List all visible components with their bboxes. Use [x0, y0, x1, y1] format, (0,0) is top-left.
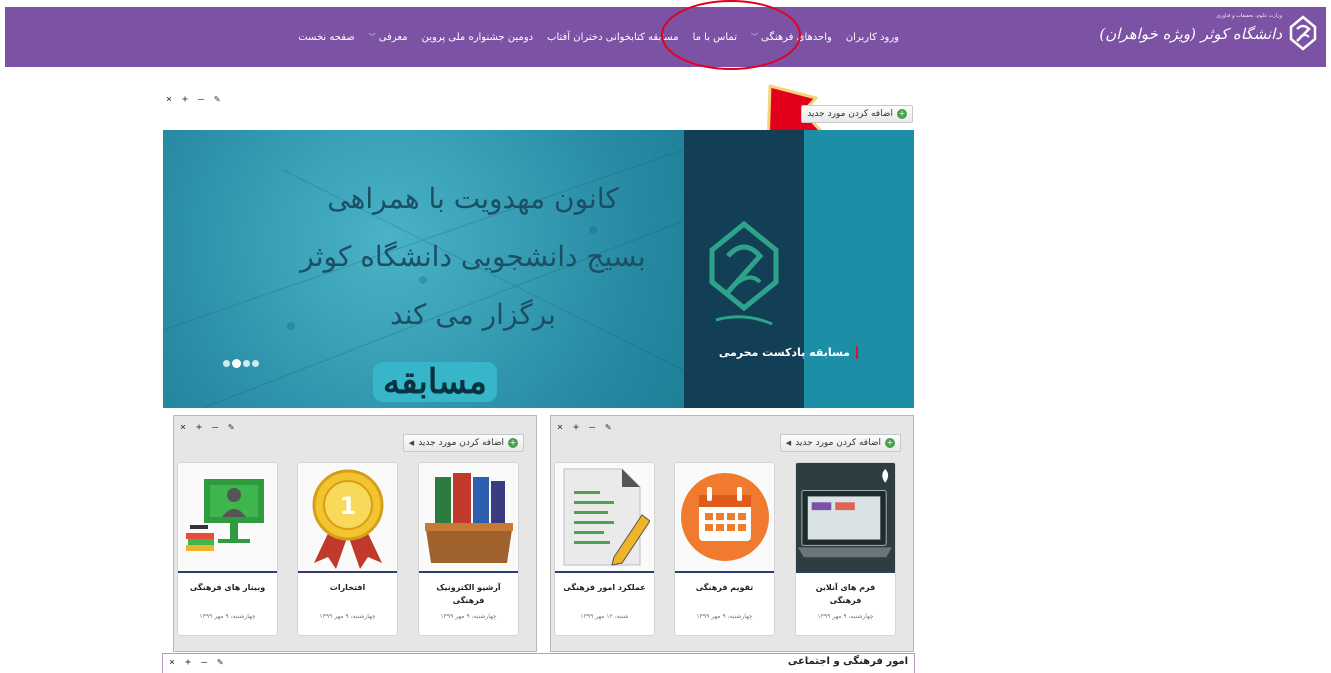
slide-dot[interactable] [243, 360, 250, 367]
calendar-icon [680, 473, 769, 561]
add-new-item-button[interactable]: + اضافه کردن مورد جدید [801, 105, 913, 123]
card-date: چهارشنبه، ۹ مهر ۱۳۹۹ [319, 613, 376, 620]
webinar-icon [185, 479, 264, 551]
card-title: آرشیو الکترونیک فرهنگی [436, 583, 501, 605]
slide-caption: مسابقه پادکست محرمی [719, 346, 858, 359]
caret-left-icon: ◀ [785, 439, 792, 447]
nav-item-label: واحدهای فرهنگی [761, 31, 832, 43]
medal-icon: 1 [312, 469, 383, 569]
plus-icon: + [897, 109, 907, 119]
banner-dark-panel [684, 130, 804, 408]
cultural-links-panel-right: × + – ✎ + اضافه کردن مورد جدید ◀ عملکرد … [550, 415, 914, 652]
slide-dot-active[interactable] [232, 359, 241, 368]
banner-headline: بسیج دانشجویی دانشگاه کوثر [300, 240, 646, 273]
university-emblem-icon [709, 220, 779, 326]
banner-cta-text: مسابقه [373, 362, 497, 402]
nav-item-label: ورود کاربران [845, 31, 899, 43]
card-date: شنبه، ۱۲ مهر ۱۳۹۹ [580, 613, 629, 620]
plus-icon: + [885, 438, 895, 448]
card-title: فرم های آنلاین فرهنگی [815, 583, 876, 605]
laptop-forms-icon [796, 463, 895, 571]
widget-tools[interactable]: × + – ✎ [169, 657, 225, 668]
nav-item-contact[interactable]: تماس با ما [686, 32, 744, 43]
card-electronic-archive[interactable]: آرشیو الکترونیک فرهنگی چهارشنبه، ۹ مهر ۱… [418, 462, 519, 636]
slide-dot[interactable] [252, 360, 259, 367]
nav-item-home[interactable]: صفحه نخست [291, 32, 362, 43]
card-cultural-webinars[interactable]: وبینار های فرهنگی چهارشنبه، ۹ مهر ۱۳۹۹ [177, 462, 278, 636]
caret-left-icon: ◀ [408, 439, 415, 447]
nav-item-label: معرفی [378, 31, 408, 43]
cultural-links-panel-left: × + – ✎ + اضافه کردن مورد جدید ◀ وبینار … [173, 415, 537, 652]
add-new-label: اضافه کردن مورد جدید [807, 109, 893, 119]
card-date: چهارشنبه، ۹ مهر ۱۳۹۹ [199, 613, 256, 620]
card-title: عملکرد امور فرهنگی [563, 583, 646, 592]
nav-item-cultural-units[interactable]: واحدهای فرهنگی ﹀ [744, 32, 839, 43]
document-pencil-icon [563, 468, 650, 566]
widget-tools[interactable]: × + – ✎ [166, 94, 222, 105]
nav-item-label: دومین جشنواره ملی پروین [421, 31, 534, 43]
card-title: وبینار های فرهنگی [189, 583, 266, 592]
add-new-label: اضافه کردن مورد جدید [795, 438, 881, 448]
nav-item-parvin-festival[interactable]: دومین جشنواره ملی پروین [415, 32, 540, 43]
card-title: تقویم فرهنگی [695, 583, 754, 592]
nav-item-login[interactable]: ورود کاربران [839, 32, 906, 43]
university-logo[interactable]: وزارت علوم، تحقیقات و فناوری دانشگاه کوث… [1099, 11, 1318, 63]
banner-headline: کانون مهدویت با همراهی [327, 182, 619, 215]
chevron-down-icon: ﹀ [368, 33, 376, 41]
card-cultural-calendar[interactable]: تقویم فرهنگی چهارشنبه، ۹ مهر ۱۳۹۹ [674, 462, 775, 636]
card-image [178, 463, 277, 573]
top-navbar: وزارت علوم، تحقیقات و فناوری دانشگاه کوث… [5, 7, 1326, 67]
banner-right-strip [804, 130, 914, 408]
nav-item-label: صفحه نخست [298, 31, 355, 43]
card-date: چهارشنبه، ۹ مهر ۱۳۹۹ [817, 613, 874, 620]
card-date: چهارشنبه، ۹ مهر ۱۳۹۹ [440, 613, 497, 620]
cultural-social-section: × + – ✎ امور فرهنگی و اجتماعی [162, 653, 915, 673]
chevron-down-icon: ﹀ [751, 33, 758, 41]
card-date: چهارشنبه، ۹ مهر ۱۳۹۹ [696, 613, 753, 620]
card-image [796, 463, 895, 573]
card-title: افتخارات [329, 583, 366, 592]
section-title: امور فرهنگی و اجتماعی [787, 656, 908, 667]
banner-headline: برگزار می کند [390, 298, 556, 331]
books-archive-icon [424, 473, 513, 563]
nav-item-reading-contest[interactable]: مسابقه کتابخوانی دختران آفتاب [540, 32, 686, 43]
card-image [555, 463, 654, 573]
add-new-label: اضافه کردن مورد جدید [418, 438, 504, 448]
university-emblem-icon [1289, 15, 1317, 51]
nav-item-about[interactable]: معرفی ﹀ [362, 32, 415, 43]
card-image [419, 463, 518, 573]
add-new-item-button[interactable]: + اضافه کردن مورد جدید ◀ [402, 434, 524, 452]
widget-tools[interactable]: × + – ✎ [557, 422, 613, 433]
banner-cta-label: مسابقه [373, 362, 497, 402]
nav-item-label: مسابقه کتابخوانی دختران آفتاب [547, 31, 679, 43]
ministry-label: وزارت علوم، تحقیقات و فناوری [1216, 13, 1282, 19]
slide-dot[interactable] [223, 360, 230, 367]
card-cultural-performance[interactable]: عملکرد امور فرهنگی شنبه، ۱۲ مهر ۱۳۹۹ [554, 462, 655, 636]
slider-pagination [223, 359, 259, 368]
svg-text:1: 1 [339, 492, 356, 520]
main-menu: صفحه نخست معرفی ﹀ دومین جشنواره ملی پروین… [291, 7, 906, 67]
slider-banner[interactable]: کانون مهدویت با همراهی بسیج دانشجویی دان… [163, 130, 914, 408]
card-image [675, 463, 774, 573]
card-honors[interactable]: 1 افتخارات چهارشنبه، ۹ مهر ۱۳۹۹ [297, 462, 398, 636]
card-online-forms[interactable]: فرم های آنلاین فرهنگی چهارشنبه، ۹ مهر ۱۳… [795, 462, 896, 636]
widget-tools[interactable]: × + – ✎ [180, 422, 236, 433]
add-new-item-button[interactable]: + اضافه کردن مورد جدید ◀ [779, 434, 901, 452]
card-image: 1 [298, 463, 397, 573]
university-name: دانشگاه کوثر (ویژه خواهران) [1099, 25, 1282, 43]
plus-icon: + [508, 438, 518, 448]
nav-item-label: تماس با ما [692, 31, 737, 43]
